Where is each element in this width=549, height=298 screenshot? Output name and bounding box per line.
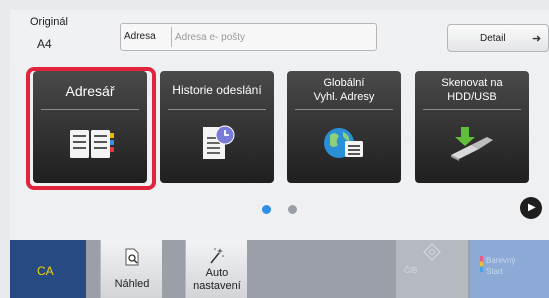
tile-global-address-search[interactable]: Globální Vyhl. Adresy [287, 71, 401, 183]
next-page-button[interactable]: ▶ [520, 197, 542, 219]
start-diamond-icon [423, 243, 441, 261]
tile-divider [423, 109, 521, 110]
bw-start-label: Č/B [404, 266, 418, 275]
address-divider [171, 27, 172, 47]
scan-to-hdd-usb-icon [451, 127, 493, 161]
address-field[interactable]: Adresa [120, 23, 377, 51]
tile-scan-label-line2: HDD/USB [447, 91, 497, 103]
send-history-icon [203, 125, 235, 159]
color-start-button[interactable]: Barevný Start [470, 240, 549, 298]
pager-dot[interactable] [288, 205, 297, 214]
pager-dot-active[interactable] [262, 205, 271, 214]
preview-icon [125, 248, 139, 266]
play-icon: ▶ [528, 202, 536, 213]
color-start-label-line2: Start [486, 267, 503, 276]
tile-scan-to-hdd-usb[interactable]: Skenovat na HDD/USB [415, 71, 529, 183]
address-label: Adresa [124, 31, 156, 42]
email-address-input[interactable] [175, 28, 371, 46]
auto-settings-label-line2: nastavení [193, 280, 241, 292]
bottom-bar [10, 240, 549, 298]
tile-global-label-line2: Vyhl. Adresy [313, 91, 375, 103]
tile-divider [168, 109, 266, 110]
preview-button[interactable]: Náhled [100, 240, 162, 298]
tile-send-history-label: Historie odeslání [172, 83, 262, 97]
color-dots-icon [480, 256, 483, 272]
selection-highlight [26, 67, 156, 190]
color-start-label-line1: Barevný [486, 256, 516, 265]
tile-scan-label-line1: Skenovat na [441, 77, 503, 89]
magic-wand-icon [210, 248, 224, 264]
original-label: Originál [30, 16, 68, 28]
auto-settings-label-line1: Auto [205, 267, 229, 279]
original-size-value[interactable]: A4 [37, 37, 52, 51]
tile-send-history[interactable]: Historie odeslání [160, 71, 274, 183]
auto-settings-button[interactable]: Auto nastavení [185, 240, 247, 298]
arrow-right-icon: ➜ [532, 33, 542, 45]
clear-all-label: CA [37, 264, 54, 278]
tile-global-label-line1: Globální [323, 77, 365, 89]
tile-divider [295, 109, 393, 110]
detail-button[interactable]: Detail ➜ [447, 24, 549, 52]
detail-label: Detail [480, 33, 506, 44]
preview-label: Náhled [114, 278, 150, 290]
clear-all-button[interactable]: CA [10, 240, 86, 298]
global-address-search-icon [324, 128, 363, 158]
bw-start-button[interactable]: Č/B [396, 240, 468, 298]
